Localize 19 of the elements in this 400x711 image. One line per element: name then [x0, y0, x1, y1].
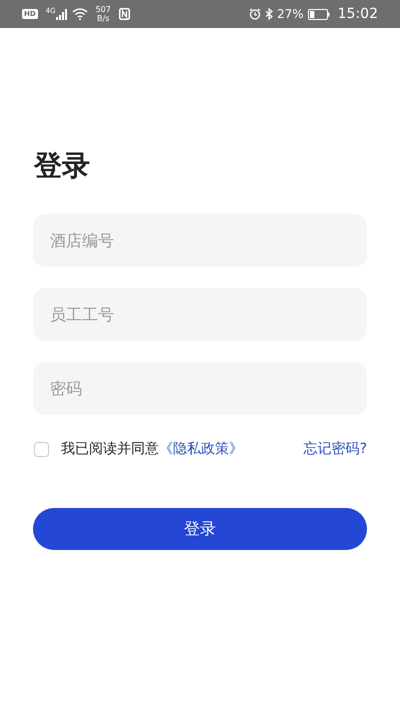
privacy-policy-link[interactable]: 《隐私政策》	[159, 439, 243, 460]
battery-percent: 27%	[276, 6, 304, 23]
alarm-icon	[248, 8, 261, 20]
bluetooth-icon	[264, 8, 273, 20]
input-field[interactable]: 密码	[33, 362, 367, 416]
network-speed: 507	[96, 5, 111, 14]
clock: 15:02	[338, 4, 378, 24]
login-button[interactable]: 登录	[33, 508, 367, 550]
speed-unit: B/s	[96, 14, 110, 23]
forgot-password-link[interactable]: 忘记密码?	[304, 439, 367, 460]
battery-icon	[308, 8, 330, 20]
nfc-icon	[118, 8, 130, 20]
signal-icon	[56, 8, 68, 20]
agreement-checkbox[interactable]	[34, 442, 49, 458]
page-title: 登录	[34, 148, 91, 184]
input-field[interactable]: 酒店编号	[33, 214, 367, 268]
wifi-icon	[72, 8, 88, 20]
agreement-text: 我已阅读并同意	[61, 440, 159, 460]
input-field[interactable]: 员工工号	[33, 288, 367, 342]
